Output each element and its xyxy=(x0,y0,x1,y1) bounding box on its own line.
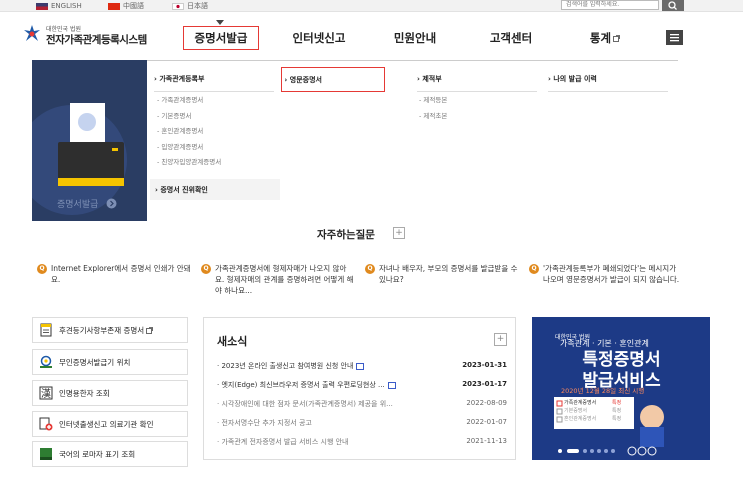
search-input[interactable] xyxy=(561,0,659,10)
faq-item-1[interactable]: Internet Explorer에서 증명서 인쇄가 안돼요. xyxy=(51,263,191,285)
menu-item-basic-cert[interactable]: - 기본증명서 xyxy=(157,111,191,122)
banner-date-note: 2020년 12월 28일 최신 시행 xyxy=(561,387,645,395)
quick-link-romanization[interactable]: 국어의 로마자 표기 조회 xyxy=(32,441,188,467)
hamburger-icon xyxy=(670,34,679,42)
menu-item-marriage-cert[interactable]: - 혼인관계증명서 xyxy=(157,126,203,137)
menu-heading-removed-register[interactable]: › 제적부 xyxy=(417,67,537,92)
us-flag-icon xyxy=(36,2,48,10)
faq-item-3[interactable]: 자녀나 배우자, 부모의 증명서를 발급받을 수 있나요? xyxy=(379,263,519,285)
book-icon xyxy=(40,448,52,460)
news-item[interactable]: · 2023년 온라인 출생신고 참여병원 신청 안내 2023-01-31 xyxy=(217,361,507,371)
quick-link-hospital-check[interactable]: 인터넷출생신고 의료기관 확인 xyxy=(32,411,188,437)
banner-check-label: 가족관계증명서 xyxy=(564,400,597,406)
logo-title: 전자가족관계등록시스템 xyxy=(46,34,147,46)
news-more-button[interactable]: + xyxy=(494,333,507,346)
faq-more-button[interactable]: + xyxy=(393,227,405,239)
news-title: 새소식 xyxy=(217,335,248,348)
nav-statistics[interactable]: 통계 xyxy=(583,26,627,50)
menu-item-family-cert[interactable]: - 가족관계증명서 xyxy=(157,95,203,106)
news-item[interactable]: · 엣지(Edge) 최신브라우저 증명서 출력 우편로딩현상 ... 2023… xyxy=(217,380,507,390)
search-button[interactable] xyxy=(662,0,684,11)
faq-q-icon: Q xyxy=(365,264,375,274)
banner-check-tag: 특정 xyxy=(612,400,622,406)
mega-menu-caption: 증명서발급 xyxy=(57,200,99,210)
banner-check-tag: 특정 xyxy=(612,408,622,414)
location-search-icon xyxy=(40,355,52,368)
faq-item-2[interactable]: 가족관계증명서에 형제자매가 나오지 않아요. 형제자매의 관계를 증명하려면 … xyxy=(215,263,355,296)
lang-english[interactable]: ENGLISH xyxy=(36,0,82,12)
svg-text:漢: 漢 xyxy=(41,387,51,400)
faq-item-4[interactable]: '가족관계등록부가 폐쇄되었다'는 메시지가 나오며 영문증명서가 발급이 되지… xyxy=(543,263,683,285)
menu-item-removed-full[interactable]: - 제적등본 xyxy=(419,95,447,106)
banner-check-label: 혼인관계증명서 xyxy=(564,416,597,422)
banner-check-label: 기본증명서 xyxy=(564,408,588,414)
news-item[interactable]: · 전자서명수단 추가 지정서 공고 2022-01-07 xyxy=(217,418,507,428)
jp-flag-icon xyxy=(172,2,184,10)
faq-q-icon: Q xyxy=(37,264,47,274)
menu-item-full-adoption-cert[interactable]: - 친양자입양관계증명서 xyxy=(157,157,221,168)
cn-flag-icon xyxy=(108,2,120,10)
active-menu-caret-icon xyxy=(216,20,224,25)
nav-certificate-issuance[interactable]: 증명서발급 xyxy=(183,26,259,50)
menu-item-adoption-cert[interactable]: - 입양관계증명서 xyxy=(157,142,203,153)
quick-link-guardianship[interactable]: 후견등기사항부존재 증명서 xyxy=(32,317,188,343)
banner-check-tag: 특정 xyxy=(612,416,622,422)
quick-link-hanja-lookup[interactable]: 漢 인명용한자 조회 xyxy=(32,380,188,406)
lang-japanese[interactable]: 日本語 xyxy=(172,0,208,12)
menu-heading-my-history[interactable]: › 나의 발급 이력 xyxy=(548,67,668,92)
new-badge-icon xyxy=(356,362,365,370)
external-link-icon xyxy=(613,34,620,42)
hospital-document-icon xyxy=(39,417,53,431)
nav-customer-center[interactable]: 고객센터 xyxy=(483,26,539,50)
faq-title: 자주하는질문 xyxy=(317,229,375,241)
quick-link-kiosk-location[interactable]: 무인증명서발급기 위치 xyxy=(32,349,188,375)
court-emblem-icon xyxy=(24,25,40,41)
menu-item-removed-abstract[interactable]: - 제적초본 xyxy=(419,111,447,122)
arrow-circle-icon xyxy=(106,198,117,209)
external-link-icon xyxy=(146,326,154,334)
lang-chinese[interactable]: 中國語 xyxy=(108,0,144,12)
hanja-book-icon: 漢 xyxy=(39,386,53,400)
nav-internet-report[interactable]: 인터넷신고 xyxy=(283,26,355,50)
document-icon xyxy=(40,323,52,337)
menu-certificate-verify[interactable]: › 증명서 진위확인 xyxy=(150,179,280,200)
all-menu-button[interactable] xyxy=(666,30,683,45)
menu-heading-english-certificate[interactable]: › 영문증명서 xyxy=(281,67,385,92)
news-item[interactable]: · 가족관계 전자증명서 발급 서비스 시행 안내 2021-11-13 xyxy=(217,437,507,447)
new-badge-icon xyxy=(387,381,396,389)
search-icon xyxy=(668,1,677,10)
faq-q-icon: Q xyxy=(201,264,211,274)
news-item[interactable]: · 시각장애인에 대한 점자 문서(가족관계증명서) 제공을 위... 2022… xyxy=(217,399,507,409)
faq-q-icon: Q xyxy=(529,264,539,274)
nav-civil-guide[interactable]: 민원안내 xyxy=(387,26,443,50)
menu-heading-family-register[interactable]: › 가족관계등록부 xyxy=(154,67,274,92)
